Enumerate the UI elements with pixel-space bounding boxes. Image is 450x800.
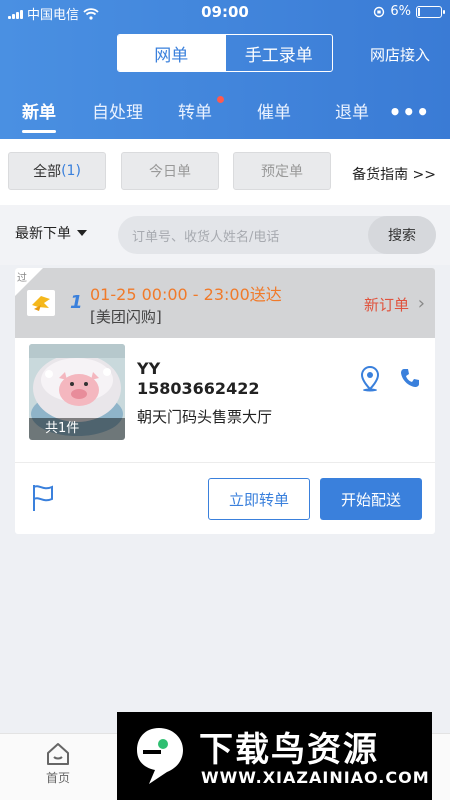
delivery-time: 01-25 00:00 - 23:00送达 [90, 285, 282, 304]
home-icon [47, 743, 69, 765]
overdue-tag: 过 [17, 273, 27, 284]
more-icon[interactable]: ••• [389, 100, 430, 124]
order-status: 新订单 [363, 296, 409, 314]
tab-new[interactable]: 新单 [22, 98, 56, 123]
sort-dropdown[interactable]: 最新下单 [15, 223, 87, 243]
bird-logo-icon [137, 728, 183, 784]
filter-today[interactable]: 今日单 [121, 152, 219, 190]
filter-all-count: (1) [61, 163, 81, 179]
tab-refund[interactable]: 退单 [335, 98, 369, 123]
customer-name: YY [137, 359, 161, 378]
tab-transfer[interactable]: 转单 [178, 98, 212, 123]
meituan-logo-icon [27, 290, 55, 316]
search-input[interactable]: 订单号、收货人姓名/电话 搜索 [118, 216, 436, 254]
search-row: 最新下单 订单号、收货人姓名/电话 搜索 [0, 205, 450, 265]
status-bar: 中国电信 09:00 6% [0, 0, 450, 26]
nav-home-label: 首页 [45, 771, 70, 785]
search-placeholder: 订单号、收货人姓名/电话 [132, 230, 280, 245]
search-button[interactable]: 搜索 [368, 216, 436, 254]
segment-online-orders[interactable]: 网单 [118, 35, 225, 71]
phone-call-icon[interactable] [400, 368, 420, 388]
tab-urge[interactable]: 催单 [257, 98, 291, 123]
battery-percent: 6% [390, 4, 411, 19]
filter-all-label: 全部 [33, 164, 62, 180]
start-delivery-button[interactable]: 开始配送 [320, 478, 422, 520]
shop-connect-link[interactable]: 网店接入 [370, 44, 430, 65]
tab-active-indicator [22, 130, 56, 133]
watermark-overlay: 下载鸟资源 WWW.XIAZAINIAO.COM [117, 712, 432, 800]
product-image[interactable]: 共1件 [29, 344, 125, 440]
transfer-badge-dot [217, 96, 224, 103]
order-number: 1 [70, 292, 83, 313]
app-header: 中国电信 09:00 6% 网单 手工录单 网店接入 新单 自处理 转单 催单 … [0, 0, 450, 139]
order-card-header[interactable]: 过 1 01-25 00:00 - 23:00送达 [美团闪购] 新订单 › [15, 268, 435, 338]
chevron-right-icon: › [417, 293, 425, 314]
filter-preorder[interactable]: 预定单 [233, 152, 331, 190]
caret-down-icon [77, 230, 87, 236]
tab-self-handle[interactable]: 自处理 [92, 98, 143, 123]
location-pin-icon[interactable] [360, 366, 380, 392]
stock-guide-link[interactable]: 备货指南 >> [352, 164, 436, 184]
flag-icon[interactable] [31, 484, 55, 512]
order-source-toggle: 网单 手工录单 [117, 34, 333, 72]
order-card: 过 1 01-25 00:00 - 23:00送达 [美团闪购] 新订单 › 共… [15, 268, 435, 534]
customer-phone: 15803662422 [137, 379, 260, 398]
watermark-title: 下载鸟资源 [199, 730, 379, 770]
nav-home[interactable]: 首页 [38, 742, 78, 786]
orientation-lock-icon [374, 6, 385, 17]
watermark-url: WWW.XIAZAINIAO.COM [201, 768, 430, 787]
delivery-address: 朝天门码头售票大厅 [137, 408, 273, 426]
card-divider [15, 462, 435, 463]
filter-bar: 全部 (1) 今日单 预定单 备货指南 >> [0, 139, 450, 205]
sort-label: 最新下单 [15, 226, 71, 242]
transfer-now-button[interactable]: 立即转单 [208, 478, 310, 520]
order-platform: [美团闪购] [90, 308, 162, 326]
item-count: 共1件 [29, 418, 125, 440]
battery-icon [416, 5, 445, 18]
filter-all[interactable]: 全部 (1) [8, 152, 106, 190]
segment-manual-entry[interactable]: 手工录单 [224, 35, 333, 71]
order-tabs: 新单 自处理 转单 催单 退单 ••• [0, 92, 450, 139]
